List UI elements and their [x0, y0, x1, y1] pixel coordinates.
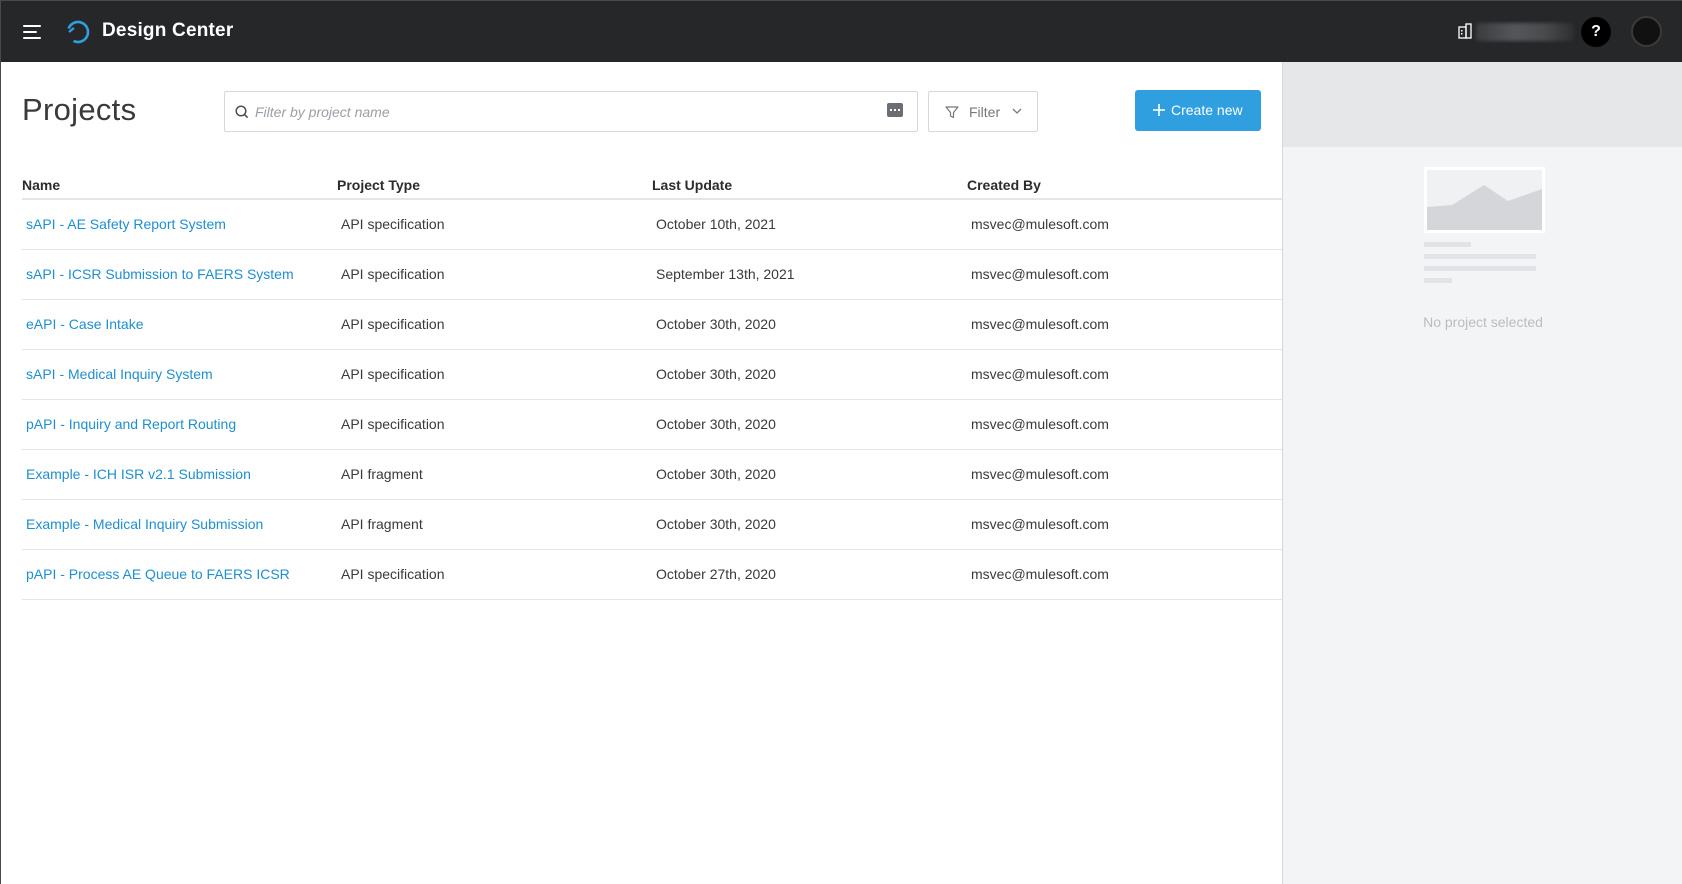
panel-header	[1283, 62, 1682, 147]
search-box[interactable]	[224, 91, 918, 132]
column-header-last-update[interactable]: Last Update	[652, 177, 732, 193]
filter-label: Filter	[969, 104, 1001, 120]
last-update: October 30th, 2020	[656, 316, 776, 332]
project-name-link[interactable]: sAPI - AE Safety Report System	[26, 216, 226, 232]
table-header: Name Project Type Last Update Created By	[22, 163, 1282, 200]
created-by: msvec@mulesoft.com	[971, 366, 1109, 382]
avatar[interactable]	[1631, 16, 1662, 47]
created-by: msvec@mulesoft.com	[971, 466, 1109, 482]
org-name-redacted[interactable]	[1476, 23, 1574, 41]
last-update: October 30th, 2020	[656, 516, 776, 532]
create-new-label: Create new	[1171, 102, 1243, 118]
building-icon	[1458, 23, 1472, 39]
table-row[interactable]: eAPI - Case Intake API specification Oct…	[22, 300, 1282, 350]
last-update: October 30th, 2020	[656, 466, 776, 482]
column-header-name[interactable]: Name	[22, 177, 60, 193]
hamburger-icon[interactable]	[23, 23, 43, 41]
column-header-created-by[interactable]: Created By	[967, 177, 1041, 193]
main-content: Projects Filter Create new	[1, 62, 1282, 884]
table-row[interactable]: sAPI - Medical Inquiry System API specif…	[22, 350, 1282, 400]
project-name-link[interactable]: pAPI - Inquiry and Report Routing	[26, 416, 236, 432]
create-new-button[interactable]: Create new	[1135, 90, 1261, 131]
last-update: October 10th, 2021	[656, 216, 776, 232]
project-type: API specification	[341, 316, 445, 332]
project-name-link[interactable]: eAPI - Case Intake	[26, 316, 144, 332]
project-name-link[interactable]: pAPI - Process AE Queue to FAERS ICSR	[26, 566, 290, 582]
no-project-selected-text: No project selected	[1423, 314, 1543, 330]
chevron-down-icon	[1012, 108, 1022, 114]
created-by: msvec@mulesoft.com	[971, 266, 1109, 282]
search-input[interactable]	[251, 92, 851, 131]
table-row[interactable]: sAPI - AE Safety Report System API speci…	[22, 200, 1282, 250]
keyboard-icon[interactable]	[887, 103, 903, 117]
empty-state-illustration	[1424, 167, 1545, 233]
table-row[interactable]: Example - ICH ISR v2.1 Submission API fr…	[22, 450, 1282, 500]
help-button[interactable]: ?	[1581, 17, 1611, 47]
project-type: API fragment	[341, 466, 423, 482]
last-update: October 30th, 2020	[656, 416, 776, 432]
table-row[interactable]: sAPI - ICSR Submission to FAERS System A…	[22, 250, 1282, 300]
table-row[interactable]: Example - Medical Inquiry Submission API…	[22, 500, 1282, 550]
project-type: API specification	[341, 266, 445, 282]
last-update: September 13th, 2021	[656, 266, 795, 282]
project-type: API specification	[341, 416, 445, 432]
search-icon	[235, 105, 249, 119]
page-title: Projects	[22, 92, 137, 127]
project-type: API specification	[341, 566, 445, 582]
project-name-link[interactable]: Example - ICH ISR v2.1 Submission	[26, 466, 251, 482]
project-name-link[interactable]: Example - Medical Inquiry Submission	[26, 516, 263, 532]
created-by: msvec@mulesoft.com	[971, 516, 1109, 532]
table-row[interactable]: pAPI - Process AE Queue to FAERS ICSR AP…	[22, 550, 1282, 600]
created-by: msvec@mulesoft.com	[971, 216, 1109, 232]
project-name-link[interactable]: sAPI - Medical Inquiry System	[26, 366, 213, 382]
app-frame: Design Center ? Projects Filter by proje…	[0, 0, 1682, 884]
top-navbar: Design Center ?	[1, 1, 1682, 62]
column-header-project-type[interactable]: Project Type	[337, 177, 420, 193]
design-center-logo	[66, 20, 90, 44]
table-row[interactable]: pAPI - Inquiry and Report Routing API sp…	[22, 400, 1282, 450]
app-title[interactable]: Design Center	[102, 20, 233, 42]
plus-icon	[1153, 104, 1165, 116]
projects-table: Name Project Type Last Update Created By…	[22, 163, 1282, 600]
last-update: October 27th, 2020	[656, 566, 776, 582]
project-name-link[interactable]: sAPI - ICSR Submission to FAERS System	[26, 266, 294, 282]
created-by: msvec@mulesoft.com	[971, 416, 1109, 432]
last-update: October 30th, 2020	[656, 366, 776, 382]
filter-button[interactable]: Filter	[928, 91, 1038, 132]
created-by: msvec@mulesoft.com	[971, 566, 1109, 582]
project-type: API specification	[341, 216, 445, 232]
project-type: API fragment	[341, 516, 423, 532]
project-details-panel: No project selected	[1282, 62, 1682, 884]
created-by: msvec@mulesoft.com	[971, 316, 1109, 332]
project-type: API specification	[341, 366, 445, 382]
funnel-icon	[945, 106, 959, 119]
